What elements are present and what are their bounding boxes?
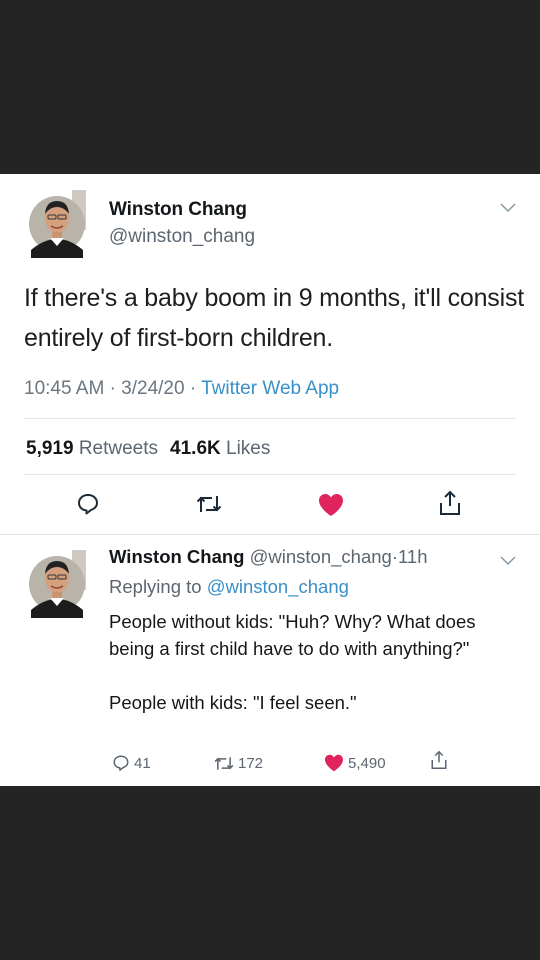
meta-separator: · (109, 378, 116, 399)
reply-chevron-down-icon[interactable] (500, 556, 516, 566)
heart-icon (325, 754, 343, 772)
reply-text: People without kids: "Huh? Why? What doe… (109, 608, 509, 716)
reply-author-handle[interactable]: @winston_chang (250, 546, 392, 567)
tweet-date[interactable]: 3/24/20 (121, 378, 184, 399)
likes-label: Likes (226, 438, 271, 459)
reply-count: 41 (134, 754, 151, 772)
reply-author-name[interactable]: Winston Chang (109, 546, 244, 567)
retweets-label: Retweets (78, 438, 159, 459)
reply-icon (113, 755, 129, 771)
share-icon[interactable] (438, 490, 462, 516)
reply-action-like[interactable]: 5,490 (324, 752, 386, 774)
tweet-meta: 10:45 AM · 3/24/20 · Twitter Web App (24, 378, 339, 400)
share-icon (431, 750, 447, 769)
retweet-icon (214, 756, 234, 770)
tweet-source-link[interactable]: Twitter Web App (201, 378, 339, 399)
replying-to: Replying to @winston_chang (109, 576, 349, 598)
reply-age[interactable]: 11h (398, 546, 428, 567)
author-name[interactable]: Winston Chang (109, 199, 247, 221)
reply-action-retweet[interactable]: 172 (214, 752, 263, 774)
reply-action-share[interactable] (430, 749, 452, 771)
heart-icon[interactable] (318, 493, 344, 517)
retweets-stat[interactable]: 5,919 Retweets (26, 438, 158, 459)
divider (24, 474, 516, 475)
tweet-text: If there's a baby boom in 9 months, it'l… (24, 284, 524, 352)
chevron-down-icon[interactable] (500, 203, 516, 213)
reply-icon[interactable] (76, 492, 100, 516)
replying-prefix: Replying to (109, 576, 202, 597)
author-handle[interactable]: @winston_chang (109, 226, 255, 248)
author-avatar[interactable] (28, 188, 86, 258)
tweet-card: Winston Chang @winston_chang If there's … (0, 174, 540, 786)
tweet-stats: 5,919 Retweets 41.6K Likes (26, 438, 270, 460)
reply-header: Winston Chang @winston_chang·11h (109, 546, 428, 568)
reply-action-reply[interactable]: 41 (112, 752, 151, 774)
meta-separator: · (189, 378, 197, 399)
retweet-icon[interactable] (196, 493, 222, 515)
likes-count: 41.6K (170, 438, 221, 459)
reply-paragraph: People with kids: "I feel seen." (109, 692, 357, 713)
likes-stat[interactable]: 41.6K Likes (170, 438, 270, 459)
reply-paragraph: People without kids: "Huh? Why? What doe… (109, 611, 476, 659)
reply-author-avatar[interactable] (28, 548, 86, 618)
like-count: 5,490 (348, 754, 386, 772)
tweet-separator (0, 534, 540, 535)
retweets-count: 5,919 (26, 438, 74, 459)
tweet-time[interactable]: 10:45 AM (24, 378, 104, 399)
retweet-count: 172 (238, 754, 264, 772)
replying-handle-link[interactable]: @winston_chang (207, 576, 349, 597)
divider (24, 418, 516, 419)
